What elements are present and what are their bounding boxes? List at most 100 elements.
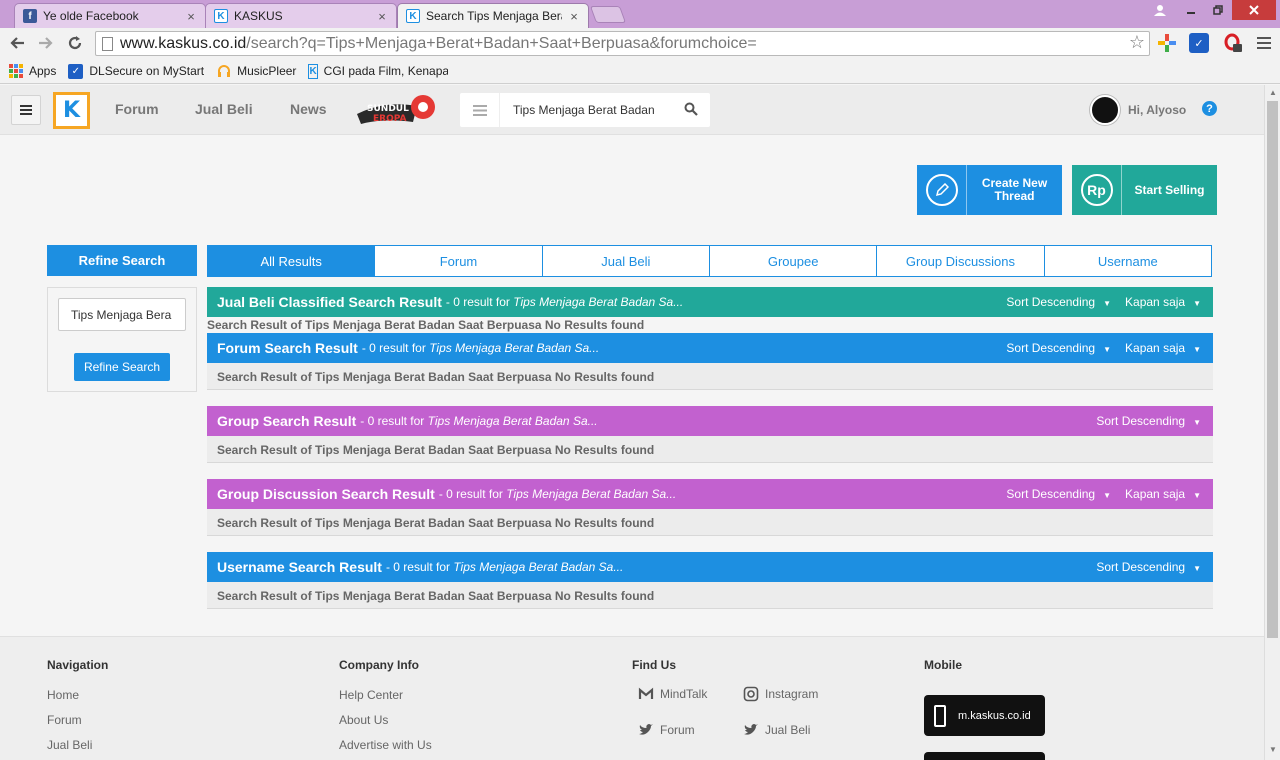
start-selling-button[interactable]: Rp Start Selling	[1072, 165, 1217, 215]
social-instagram[interactable]: Instagram	[743, 686, 818, 702]
bookmark-star-icon[interactable]: ☆	[1129, 32, 1145, 53]
footer-link-jual-beli[interactable]: Jual Beli	[47, 738, 92, 752]
extension-opera-icon[interactable]	[1223, 33, 1243, 53]
sort-dropdown[interactable]: Sort Descending ▼	[1006, 487, 1111, 501]
forum-result-body: Search Result of Tips Menjaga Berat Bada…	[207, 363, 1213, 390]
footer-link-about-us[interactable]: About Us	[339, 713, 388, 727]
nav-forum[interactable]: Forum	[115, 101, 159, 117]
social-label: Jual Beli	[765, 723, 811, 737]
tab-close-icon[interactable]: ×	[376, 9, 388, 24]
page-scrollbar[interactable]: ▲ ▼	[1264, 85, 1280, 760]
hamburger-menu-icon[interactable]	[11, 95, 41, 125]
avatar[interactable]	[1090, 95, 1120, 125]
sort-dropdown[interactable]: Sort Descending ▼	[1006, 341, 1111, 355]
kaskus-icon: K	[308, 63, 318, 79]
kaskus-logo[interactable]: K	[53, 92, 90, 129]
social-twitter-jual-beli[interactable]: Jual Beli	[743, 722, 810, 738]
footer-link-forum[interactable]: Forum	[47, 713, 82, 727]
tab-forum[interactable]: Forum	[374, 246, 541, 276]
refine-search-input[interactable]: Tips Menjaga Bera	[58, 298, 186, 331]
social-mindtalk[interactable]: MindTalk	[638, 686, 707, 702]
jual-beli-result-body: Search Result of Tips Menjaga Berat Bada…	[207, 318, 645, 332]
social-twitter-forum[interactable]: Forum	[638, 722, 695, 738]
tab-groupee[interactable]: Groupee	[708, 246, 876, 276]
chevron-down-icon: ▼	[1103, 491, 1112, 500]
sort-dropdown[interactable]: Sort Descending ▼	[1006, 295, 1111, 309]
app-store-badge[interactable]	[924, 752, 1045, 760]
url-path: /search?q=Tips+Menjaga+Berat+Badan+Saat+…	[246, 35, 757, 52]
browser-tab-kaskus[interactable]: K KASKUS ×	[205, 3, 397, 28]
social-label: Forum	[660, 723, 695, 737]
user-profile-icon[interactable]	[1148, 0, 1172, 20]
result-query: Tips Menjaga Berat Badan Sa...	[427, 414, 598, 428]
url-text[interactable]: www.kaskus.co.id/search?q=Tips+Menjaga+B…	[120, 35, 757, 53]
search-icon[interactable]	[684, 102, 698, 119]
tab-close-icon[interactable]: ×	[185, 9, 197, 24]
bookmark-dlsecure[interactable]: ✓ DLSecure on MyStart	[68, 63, 204, 79]
nav-jual-beli[interactable]: Jual Beli	[195, 101, 253, 117]
scroll-down-icon[interactable]: ▼	[1268, 745, 1278, 754]
help-icon[interactable]: ?	[1202, 101, 1217, 116]
time-dropdown[interactable]: Kapan saja ▼	[1125, 295, 1201, 309]
search-category-menu-icon[interactable]	[460, 93, 500, 127]
reload-icon[interactable]	[64, 32, 86, 54]
bookmark-apps[interactable]: Apps	[8, 64, 56, 79]
back-arrow-icon[interactable]	[6, 32, 28, 54]
sort-dropdown[interactable]: Sort Descending ▼	[1096, 414, 1201, 428]
result-query: Tips Menjaga Berat Badan Sa...	[453, 560, 624, 574]
result-summary: - 0 result for Tips Menjaga Berat Badan …	[385, 560, 624, 574]
chrome-menu-icon[interactable]	[1253, 32, 1275, 54]
tab-jual-beli[interactable]: Jual Beli	[541, 246, 709, 276]
forward-arrow-icon[interactable]	[35, 32, 57, 54]
bookmark-musicpleer[interactable]: MusicPleer	[216, 64, 296, 79]
chevron-down-icon: ▼	[1103, 299, 1112, 308]
footer-company-title: Company Info	[339, 658, 419, 672]
result-summary: - 0 result for Tips Menjaga Berat Badan …	[360, 414, 598, 428]
tab-group-discussions[interactable]: Group Discussions	[876, 246, 1043, 276]
result-summary: - 0 result for Tips Menjaga Berat Badan …	[445, 295, 684, 309]
tab-close-icon[interactable]: ×	[568, 9, 580, 24]
address-bar[interactable]: www.kaskus.co.id/search?q=Tips+Menjaga+B…	[95, 31, 1150, 56]
result-title: Username Search Result	[217, 559, 382, 575]
footer-link-help-center[interactable]: Help Center	[339, 688, 403, 702]
tab-username[interactable]: Username	[1043, 246, 1211, 276]
forum-result-header: Forum Search Result - 0 result for Tips …	[207, 333, 1213, 363]
header-search[interactable]: Tips Menjaga Berat Badan	[460, 93, 710, 127]
footer-link-advertise[interactable]: Advertise with Us	[339, 738, 432, 752]
footer-link-home[interactable]: Home	[47, 688, 79, 702]
kaskus-icon: K	[214, 9, 228, 23]
social-label: Instagram	[765, 687, 819, 701]
create-thread-button[interactable]: Create New Thread	[917, 165, 1062, 215]
extension-dlsecure-icon[interactable]: ✓	[1189, 33, 1209, 53]
browser-tab-facebook[interactable]: f Ye olde Facebook ×	[14, 3, 206, 28]
new-tab-button[interactable]	[589, 6, 627, 23]
bookmark-cgi[interactable]: K CGI pada Film, Kenapa	[308, 63, 448, 79]
refine-search-panel: Tips Menjaga Bera Refine Search	[47, 287, 197, 392]
browser-tab-search[interactable]: K Search Tips Menjaga Bera ×	[397, 3, 589, 28]
extension-colorful-icon[interactable]	[1157, 33, 1177, 53]
result-title: Jual Beli Classified Search Result	[217, 294, 442, 310]
group-discussion-result-body: Search Result of Tips Menjaga Berat Bada…	[207, 509, 1213, 536]
time-dropdown[interactable]: Kapan saja ▼	[1125, 487, 1201, 501]
refine-search-button[interactable]: Refine Search	[74, 353, 170, 381]
scroll-up-icon[interactable]: ▲	[1268, 88, 1278, 97]
time-dropdown[interactable]: Kapan saja ▼	[1125, 341, 1201, 355]
user-greeting[interactable]: Hi, Alyoso	[1128, 103, 1186, 117]
main-content: Create New Thread Rp Start Selling Refin…	[0, 136, 1264, 636]
mobile-badge-label: m.kaskus.co.id	[958, 709, 1031, 722]
tab-all-results[interactable]: All Results	[208, 246, 375, 276]
restore-icon[interactable]	[1206, 0, 1230, 20]
sort-dropdown[interactable]: Sort Descending ▼	[1096, 560, 1201, 574]
group-discussion-result-header: Group Discussion Search Result - 0 resul…	[207, 479, 1213, 509]
header-search-input[interactable]: Tips Menjaga Berat Badan	[513, 103, 655, 117]
bookmarks-bar: Apps ✓ DLSecure on MyStart MusicPleer K …	[0, 59, 1280, 84]
promo-text-1: SUNDUL	[367, 104, 409, 114]
scroll-thumb[interactable]	[1267, 101, 1278, 638]
site-header: K Forum Jual Beli News SUNDUL EROPA Tips…	[0, 85, 1264, 135]
result-query: Tips Menjaga Berat Badan Sa...	[506, 487, 677, 501]
mobile-site-badge[interactable]: m.kaskus.co.id	[924, 695, 1045, 736]
sundul-eropa-banner[interactable]: SUNDUL EROPA	[355, 92, 437, 128]
minimize-icon[interactable]	[1178, 0, 1204, 20]
nav-news[interactable]: News	[290, 101, 327, 117]
close-window-icon[interactable]	[1232, 0, 1276, 20]
